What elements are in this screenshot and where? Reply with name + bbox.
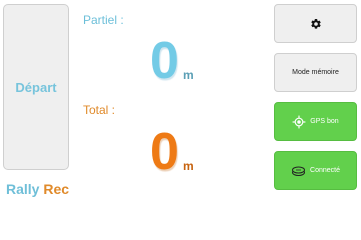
app-name-rally: Rally xyxy=(6,181,40,197)
total-distance-unit: m xyxy=(183,159,194,173)
memory-mode-label: Mode mémoire xyxy=(292,69,339,76)
memory-mode-button[interactable]: Mode mémoire xyxy=(274,53,357,92)
partial-distance-unit: m xyxy=(183,68,194,82)
gear-icon xyxy=(310,18,322,30)
device-icon xyxy=(291,165,306,177)
connection-button[interactable]: Connecté xyxy=(274,151,357,190)
app-name-rec: Rec xyxy=(43,181,70,197)
gps-status-button[interactable]: GPS bon xyxy=(274,102,357,141)
partial-distance-value: 0 xyxy=(150,32,179,90)
gps-status-label: GPS bon xyxy=(310,118,339,125)
app-logo: Rally Rec xyxy=(6,181,69,197)
connection-label: Connecté xyxy=(310,167,340,174)
start-label: Départ xyxy=(15,79,57,95)
partial-distance-label: Partiel : xyxy=(83,13,124,27)
total-distance-value: 0 xyxy=(150,123,179,181)
settings-button[interactable] xyxy=(274,4,357,43)
total-distance-label: Total : xyxy=(83,103,116,117)
gps-target-icon xyxy=(292,115,306,129)
start-button[interactable]: Départ xyxy=(3,4,69,170)
